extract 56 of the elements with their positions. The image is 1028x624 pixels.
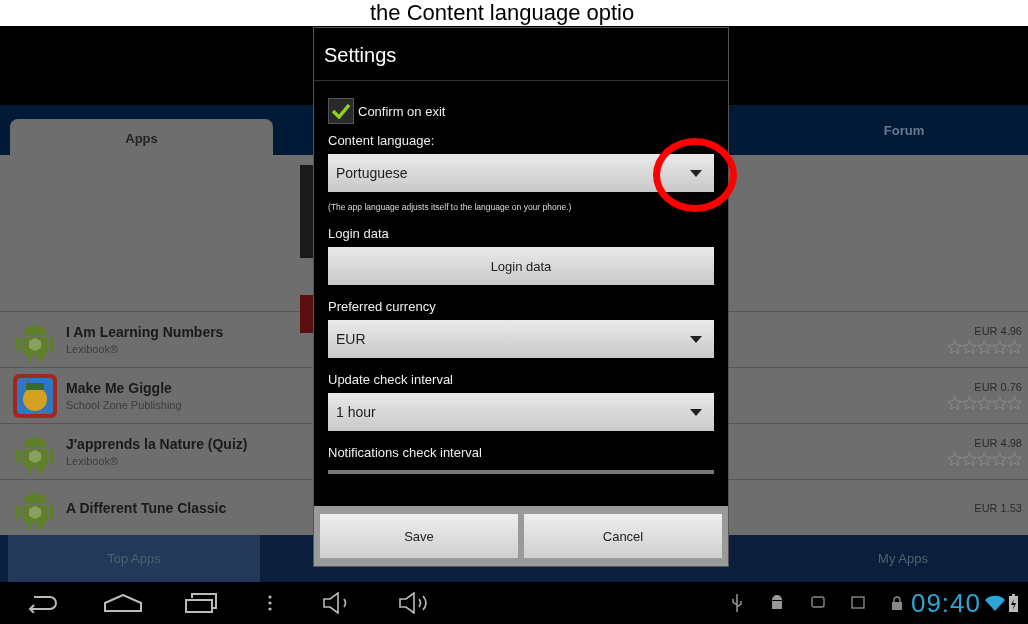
star-icon (947, 396, 962, 410)
field-label: Login data (328, 226, 390, 241)
update-interval-dropdown[interactable]: 1 hour (328, 393, 714, 431)
caption-text: the Content language optio (0, 0, 1028, 26)
app-name: Make Me Giggle (66, 380, 172, 396)
star-icon (1007, 396, 1022, 410)
star-icon (977, 396, 992, 410)
field-label: Content language: (328, 133, 436, 148)
app-name: A Different Tune Classic (66, 499, 227, 516)
login-data-button[interactable]: Login data (328, 247, 714, 285)
menu-icon[interactable] (268, 595, 272, 611)
app-name: J'apprends la Nature (Quiz) (66, 436, 248, 452)
battery-icon (1009, 594, 1018, 612)
star-icon (992, 396, 1007, 410)
dialog-title: Settings (314, 28, 728, 81)
star-icon (962, 452, 977, 466)
back-icon[interactable] (26, 593, 60, 613)
star-icon (992, 452, 1007, 466)
hint-text: (The app language adjusts itself to the language on your phone.) (328, 202, 573, 212)
field-label: Notifications check interval (328, 445, 483, 460)
app-icon (12, 372, 58, 419)
app-name: I Am Learning Numbers (66, 324, 224, 340)
volume-up-icon[interactable] (398, 592, 430, 614)
app-price: EUR 0.76 (974, 381, 1022, 393)
star-icon (977, 452, 992, 466)
dropdown-arrow-icon (690, 169, 702, 177)
language-dropdown[interactable]: Portuguese (328, 154, 714, 192)
home-icon[interactable] (104, 594, 142, 612)
star-icon (962, 396, 977, 410)
star-icon (992, 340, 1007, 354)
star-icon (947, 340, 962, 354)
usb-icon (730, 593, 743, 613)
tab[interactable]: Forum (780, 111, 1028, 147)
clock-time: 09:40 (910, 587, 981, 619)
app-price: EUR 4.96 (974, 325, 1022, 337)
star-icon (1007, 340, 1022, 354)
star-icon (947, 452, 962, 466)
notification-icon (850, 596, 865, 610)
star-icon (1007, 452, 1022, 466)
dropdown-arrow-icon (690, 408, 702, 416)
checkbox-label: Confirm on exit (358, 103, 446, 119)
star-icon (962, 340, 977, 354)
dialog-button[interactable]: Cancel (524, 514, 722, 558)
app-price: EUR 4.98 (974, 437, 1022, 449)
currency-dropdown[interactable]: EUR (328, 320, 714, 358)
field-label: Preferred currency (328, 299, 437, 314)
field-label: Update check interval (328, 372, 454, 387)
wifi-icon (985, 595, 1005, 611)
recent-apps-icon[interactable] (184, 593, 218, 613)
dropdown-arrow-icon (690, 335, 702, 343)
dialog-button[interactable]: Save (320, 514, 518, 558)
notification-icon (810, 596, 825, 610)
lock-icon (890, 596, 903, 610)
app-price: EUR 1.53 (974, 501, 1022, 514)
checkbox[interactable] (328, 98, 354, 124)
star-icon (977, 340, 992, 354)
